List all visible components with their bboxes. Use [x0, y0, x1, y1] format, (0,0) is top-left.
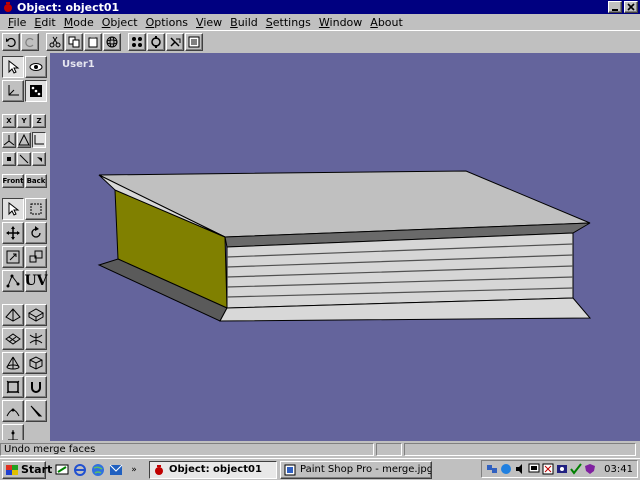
viewport-user1[interactable]: User1: [50, 53, 640, 441]
windows-logo-icon: [6, 464, 18, 475]
scale-icon[interactable]: [2, 246, 24, 268]
move-icon[interactable]: [2, 222, 24, 244]
task-label: Object: object01: [169, 464, 262, 475]
move-view-icon[interactable]: [166, 32, 184, 51]
pointer-icon[interactable]: [2, 198, 24, 220]
bend-icon[interactable]: [2, 400, 24, 422]
axes-icon[interactable]: [2, 80, 24, 102]
internet-explorer-icon[interactable]: [72, 462, 88, 478]
check-icon[interactable]: [570, 463, 582, 475]
paint-icon[interactable]: [25, 400, 47, 422]
back-button[interactable]: Back: [25, 174, 47, 188]
points-icon[interactable]: [128, 32, 146, 51]
book-model[interactable]: [50, 53, 640, 441]
monitor-icon[interactable]: [528, 463, 540, 475]
close-button[interactable]: [624, 1, 638, 13]
status-pane-3: [404, 443, 636, 456]
cube-icon[interactable]: [25, 352, 47, 374]
network-icon[interactable]: [486, 463, 498, 475]
menu-object[interactable]: Object: [98, 16, 142, 29]
scheduler-icon[interactable]: [542, 463, 554, 475]
system-tray: 03:41: [481, 460, 638, 478]
dice-icon[interactable]: [25, 80, 47, 102]
toolbar: [0, 30, 640, 52]
window-title: Object: object01: [17, 0, 120, 14]
show-desktop-icon[interactable]: [54, 462, 70, 478]
teapot-icon: [2, 1, 14, 13]
view-corner-icon[interactable]: [32, 152, 46, 166]
redo-icon[interactable]: [21, 32, 39, 51]
task-label: Paint Shop Pro - merge.jpg: [300, 464, 432, 475]
wire-box-icon[interactable]: [25, 304, 47, 326]
rect-select-icon[interactable]: [25, 198, 47, 220]
earth-icon[interactable]: [500, 463, 512, 475]
task-object01[interactable]: Object: object01: [149, 460, 277, 479]
lattice-icon[interactable]: [25, 328, 47, 350]
taskbar: Start » Object: object01 Paint Shop Pro …: [0, 458, 640, 480]
menu-view[interactable]: View: [192, 16, 226, 29]
menu-mode[interactable]: Mode: [60, 16, 98, 29]
cut-icon[interactable]: [46, 32, 64, 51]
nonuniform-scale-icon[interactable]: [25, 246, 47, 268]
uv-button[interactable]: UV: [24, 270, 48, 292]
menu-build[interactable]: Build: [226, 16, 262, 29]
start-button[interactable]: Start: [2, 460, 52, 479]
view-diag-icon[interactable]: [17, 152, 31, 166]
status-bar: Undo merge faces: [0, 442, 640, 457]
mesh-icon[interactable]: [2, 328, 24, 350]
display-icon[interactable]: [556, 463, 568, 475]
frame-icon[interactable]: [2, 376, 24, 398]
paint-shop-pro-icon: [284, 464, 296, 475]
axis-all-icon[interactable]: [2, 132, 16, 148]
undo-icon[interactable]: [2, 32, 20, 51]
sound-icon[interactable]: [514, 463, 526, 475]
select-arrow-icon[interactable]: [2, 56, 24, 78]
status-pane-2: [376, 443, 402, 456]
magnet-icon[interactable]: [25, 376, 47, 398]
menu-options[interactable]: Options: [142, 16, 192, 29]
menu-window[interactable]: Window: [315, 16, 366, 29]
front-button[interactable]: Front: [2, 174, 24, 188]
menu-file[interactable]: File: [4, 16, 30, 29]
tool-palette: X Y Z Front Back UV: [0, 54, 50, 440]
teapot-icon: [155, 464, 163, 475]
status-message: Undo merge faces: [0, 443, 374, 456]
axis-persp-icon[interactable]: [17, 132, 31, 148]
pyramid-icon[interactable]: [2, 304, 24, 326]
outlook-icon[interactable]: [108, 462, 124, 478]
view-point-icon[interactable]: [2, 152, 16, 166]
menu-settings[interactable]: Settings: [262, 16, 315, 29]
rotate-view-icon[interactable]: [147, 32, 165, 51]
copy-icon[interactable]: [65, 32, 83, 51]
title-bar[interactable]: Object: object01: [0, 0, 640, 14]
axis-x-button[interactable]: X: [2, 114, 16, 128]
paste-icon[interactable]: [84, 32, 102, 51]
rotate-icon[interactable]: [25, 222, 47, 244]
shield-icon[interactable]: [584, 463, 596, 475]
globe-icon[interactable]: [90, 462, 106, 478]
cone-icon[interactable]: [2, 352, 24, 374]
clock[interactable]: 03:41: [604, 464, 633, 475]
quick-launch-more[interactable]: »: [126, 462, 142, 478]
menu-bar: File Edit Mode Object Options View Build…: [0, 14, 640, 30]
axis-corner-icon[interactable]: [32, 132, 46, 148]
vertex-edit-icon[interactable]: [2, 270, 24, 292]
eye-icon[interactable]: [25, 56, 47, 78]
sphere-icon[interactable]: [103, 32, 121, 51]
menu-about[interactable]: About: [366, 16, 407, 29]
skeleton-icon[interactable]: [2, 424, 24, 440]
task-paint-shop-pro[interactable]: Paint Shop Pro - merge.jpg: [280, 460, 432, 479]
start-label: Start: [21, 463, 53, 476]
minimize-button[interactable]: [608, 1, 622, 13]
properties-icon[interactable]: [185, 32, 203, 51]
axis-y-button[interactable]: Y: [17, 114, 31, 128]
axis-z-button[interactable]: Z: [32, 114, 46, 128]
menu-edit[interactable]: Edit: [30, 16, 59, 29]
